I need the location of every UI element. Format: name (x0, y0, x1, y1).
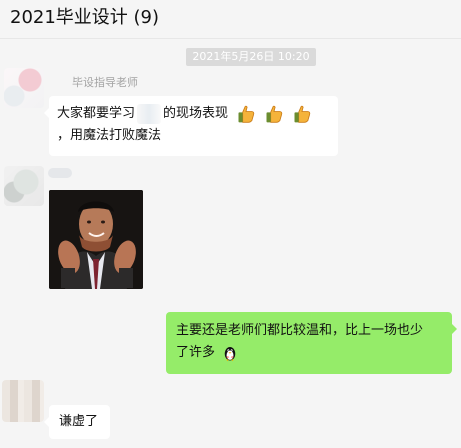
message-line: 大家都要学习 的现场表现 (57, 103, 330, 125)
avatar[interactable] (4, 166, 44, 206)
chat-header: 2021毕业设计 (9) (0, 0, 461, 39)
thumbs-up-icon (238, 105, 255, 123)
thumbs-up-icon (294, 105, 311, 123)
message-text: 谦虚了 (59, 414, 99, 429)
message-text: 了许多 (176, 345, 216, 360)
chat-timestamp: 2021年5月26日 10:20 (186, 48, 316, 66)
obscured-sender-name (48, 168, 72, 178)
chat-window: 2021毕业设计 (9) 2021年5月26日 10:20 毕设指导老师 大家都… (0, 0, 461, 448)
message-bubble-received[interactable]: 大家都要学习 的现场表现 ，用魔法打败魔法 (44, 96, 338, 156)
message-text: 大家都要学习 (57, 106, 136, 121)
message-line: 主要还是老师们都比较温和，比上一场也少 (176, 323, 424, 338)
message-bubble-sent[interactable]: 主要还是老师们都比较温和，比上一场也少 了许多 (166, 312, 457, 374)
image-message[interactable] (49, 190, 143, 289)
message-bubble-received[interactable]: 谦虚了 (44, 405, 110, 439)
obscured-text (137, 103, 162, 124)
message-line: ，用魔法打败魔法 (57, 128, 162, 143)
sender-name: 毕设指导老师 (72, 76, 138, 89)
thumbs-up-icon (266, 105, 283, 123)
qq-penguin-icon (224, 346, 236, 361)
avatar[interactable] (4, 68, 44, 108)
avatar[interactable] (2, 380, 44, 422)
chat-title: 2021毕业设计 (9) (10, 7, 160, 28)
man-clapping-image (49, 190, 143, 289)
message-line: 了许多 (176, 342, 442, 364)
message-text: 的现场表现 (163, 106, 229, 121)
